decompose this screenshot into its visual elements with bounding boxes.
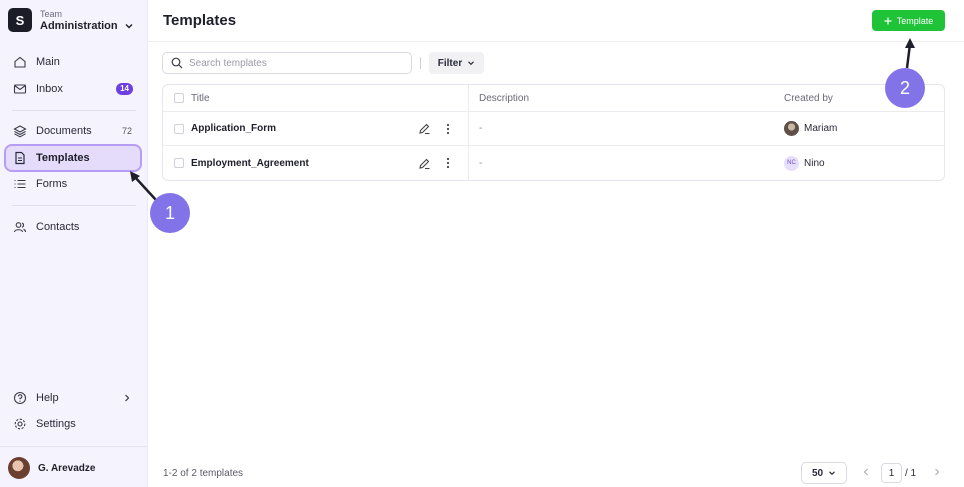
avatar [784, 121, 799, 136]
template-description: - [479, 123, 483, 134]
search-input[interactable] [189, 57, 399, 69]
more-vertical-icon[interactable] [440, 155, 456, 171]
sidebar-item-main[interactable]: Main [6, 50, 140, 74]
sidebar-item-forms[interactable]: Forms [6, 172, 140, 196]
new-template-label: Template [896, 15, 934, 26]
sidebar-item-settings[interactable]: Settings [6, 412, 140, 436]
help-circle-icon [12, 390, 28, 406]
team-label: Team [40, 9, 63, 19]
plus-icon [884, 17, 892, 24]
templates-table: Title Description Created by Application… [162, 84, 945, 181]
creator-name: Mariam [804, 123, 838, 134]
chevron-down-icon [125, 24, 133, 29]
main-content: Templates Template Filter Title Descript… [148, 0, 964, 487]
callout-2: 2 [885, 68, 925, 108]
layers-icon [12, 123, 28, 139]
callout-1: 1 [150, 193, 190, 233]
filter-label: Filter [437, 57, 463, 69]
sidebar-item-templates[interactable]: Templates [4, 144, 142, 172]
sidebar-item-label: Inbox [36, 83, 63, 95]
avatar [8, 457, 30, 479]
sidebar-item-documents[interactable]: Documents 72 [6, 119, 140, 143]
user-menu[interactable]: G. Arevadze [8, 457, 95, 479]
column-header-created-by[interactable]: Created by [784, 85, 833, 111]
search-box [162, 52, 412, 74]
chevron-right-icon[interactable] [932, 467, 942, 477]
template-title[interactable]: Employment_Agreement [191, 146, 309, 180]
table-header-row: Title Description Created by [163, 85, 944, 112]
team-switcher[interactable]: S Team Administration [8, 8, 134, 32]
sidebar-item-inbox[interactable]: Inbox 14 [6, 77, 140, 101]
mail-icon [12, 81, 28, 97]
page-number-input[interactable]: 1 [881, 463, 902, 483]
per-page-select[interactable]: 50 [801, 462, 847, 484]
sidebar-item-label: Settings [36, 418, 76, 430]
list-icon [12, 176, 28, 192]
toolbar-divider [420, 57, 421, 69]
chevron-right-icon [125, 394, 130, 402]
results-count: 1-2 of 2 templates [163, 468, 244, 479]
creator: NC Nino [784, 155, 825, 171]
column-header-title[interactable]: Title [191, 85, 210, 111]
team-logo: S [8, 8, 32, 32]
chevron-down-icon [829, 471, 835, 476]
documents-count: 72 [121, 126, 132, 136]
sidebar-item-label: Templates [36, 152, 90, 164]
creator-name: Nino [804, 157, 825, 169]
sidebar-divider [0, 446, 147, 447]
sidebar-item-label: Contacts [36, 221, 80, 233]
gear-icon [12, 416, 28, 432]
inbox-count-badge: 14 [116, 83, 133, 95]
sidebar-item-contacts[interactable]: Contacts [6, 215, 140, 239]
sidebar-item-label: Forms [36, 178, 68, 190]
filter-button[interactable]: Filter [429, 52, 484, 74]
page-total: / 1 [905, 468, 917, 479]
page-header: Templates Template [148, 0, 964, 42]
table-row[interactable]: Application_Form - Mariam [163, 112, 944, 146]
more-vertical-icon[interactable] [440, 121, 456, 137]
file-icon [12, 150, 28, 166]
avatar: NC [784, 155, 799, 171]
chevron-left-icon[interactable] [861, 467, 871, 477]
page-title: Templates [163, 12, 237, 29]
user-name: G. Arevadze [38, 462, 96, 474]
sidebar-item-label: Help [36, 392, 59, 404]
sidebar: S Team Administration Main Inbox 14 Docu… [0, 0, 148, 487]
table-row[interactable]: Employment_Agreement - NC Nino [163, 146, 944, 180]
pagination-footer: 1-2 of 2 templates 50 1 / 1 [148, 458, 964, 487]
users-icon [12, 219, 28, 235]
creator: Mariam [784, 121, 837, 136]
row-checkbox[interactable] [174, 123, 184, 134]
sidebar-item-help[interactable]: Help [6, 386, 140, 410]
search-icon [171, 57, 183, 69]
sidebar-item-label: Main [36, 56, 60, 68]
template-description: - [479, 157, 483, 169]
column-header-description[interactable]: Description [479, 85, 529, 111]
select-all-checkbox[interactable] [174, 93, 184, 103]
edit-icon[interactable] [416, 121, 432, 137]
team-name: Administration [40, 20, 118, 32]
sidebar-item-label: Documents [36, 125, 92, 137]
new-template-button[interactable]: Template [872, 10, 945, 31]
sidebar-divider [12, 110, 136, 111]
row-checkbox[interactable] [174, 158, 184, 168]
template-title[interactable]: Application_Form [191, 112, 276, 145]
home-icon [12, 54, 28, 70]
edit-icon[interactable] [416, 155, 432, 171]
per-page-value: 50 [811, 467, 824, 479]
chevron-down-icon [468, 61, 475, 66]
sidebar-divider [12, 205, 136, 206]
